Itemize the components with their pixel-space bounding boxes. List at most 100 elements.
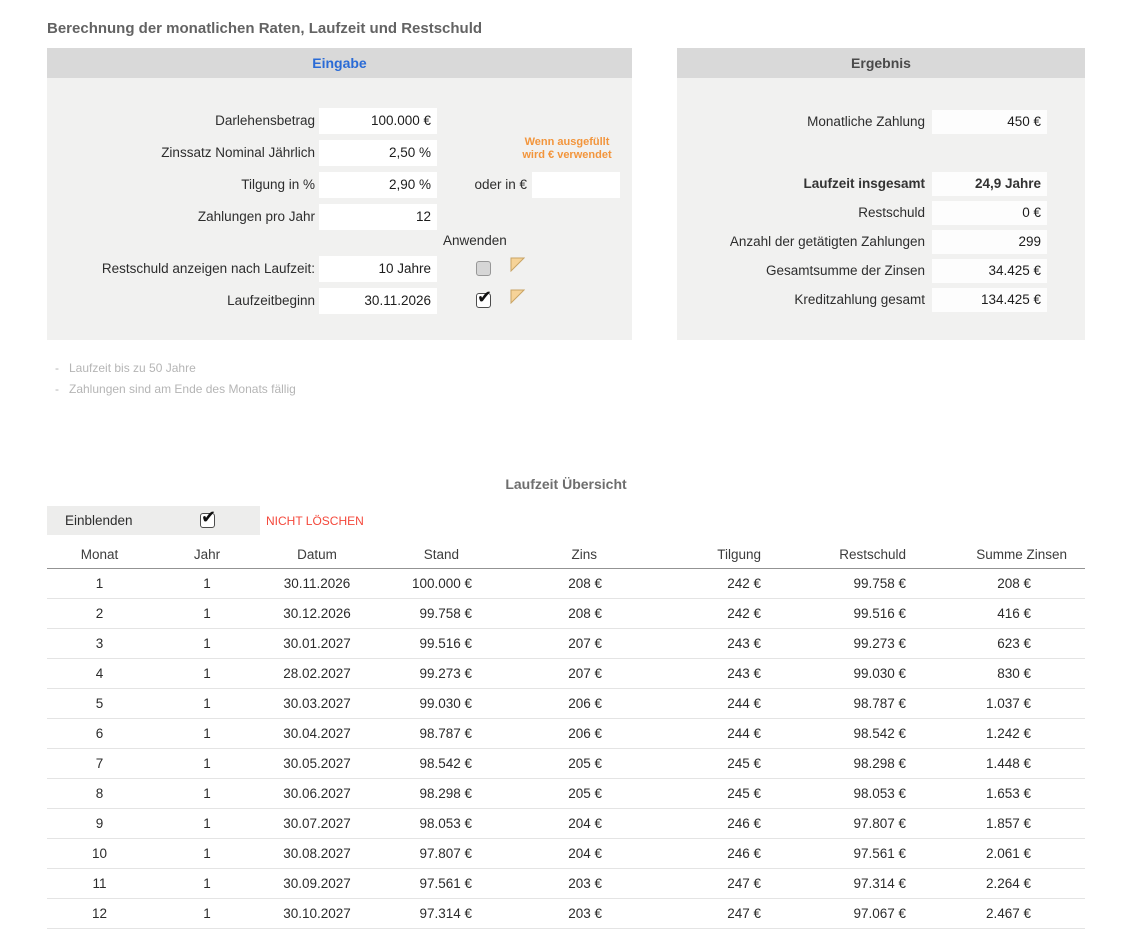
table-cell[interactable]: 99.030 €: [372, 689, 487, 719]
table-cell[interactable]: 830 €: [921, 659, 1085, 689]
table-cell[interactable]: 98.542 €: [372, 749, 487, 779]
table-cell[interactable]: 206 €: [487, 719, 617, 749]
table-cell[interactable]: 1: [152, 689, 262, 719]
darlehensbetrag-field[interactable]: 100.000 €: [319, 108, 437, 134]
table-cell[interactable]: 246 €: [617, 839, 776, 869]
table-cell[interactable]: 30.11.2026: [262, 569, 372, 599]
table-cell[interactable]: 1: [152, 899, 262, 929]
table-cell[interactable]: 30.01.2027: [262, 629, 372, 659]
table-cell[interactable]: 1: [152, 839, 262, 869]
table-cell[interactable]: 30.04.2027: [262, 719, 372, 749]
comment-marker-icon[interactable]: [510, 289, 525, 304]
table-cell[interactable]: 1: [152, 869, 262, 899]
table-cell[interactable]: 204 €: [487, 839, 617, 869]
table-cell[interactable]: 207 €: [487, 659, 617, 689]
table-cell[interactable]: 208 €: [487, 569, 617, 599]
table-cell[interactable]: 1: [152, 809, 262, 839]
table-cell[interactable]: 1: [152, 719, 262, 749]
table-cell[interactable]: 30.09.2027: [262, 869, 372, 899]
table-cell[interactable]: 30.10.2027: [262, 899, 372, 929]
table-cell[interactable]: 30.08.2027: [262, 839, 372, 869]
table-cell[interactable]: 30.05.2027: [262, 749, 372, 779]
table-cell[interactable]: 245 €: [617, 779, 776, 809]
table-cell[interactable]: 97.314 €: [372, 899, 487, 929]
table-cell[interactable]: 1.448 €: [921, 749, 1085, 779]
table-cell[interactable]: 1: [152, 749, 262, 779]
table-cell[interactable]: 9: [47, 809, 152, 839]
table-cell[interactable]: 97.807 €: [372, 839, 487, 869]
table-cell[interactable]: 99.030 €: [776, 659, 921, 689]
table-cell[interactable]: 208 €: [921, 569, 1085, 599]
table-cell[interactable]: 98.053 €: [372, 809, 487, 839]
table-cell[interactable]: 100.000 €: [372, 569, 487, 599]
table-cell[interactable]: 1: [152, 659, 262, 689]
table-cell[interactable]: 2.061 €: [921, 839, 1085, 869]
table-cell[interactable]: 244 €: [617, 689, 776, 719]
restschuld-anzeigen-field[interactable]: 10 Jahre: [319, 256, 437, 282]
table-cell[interactable]: 623 €: [921, 629, 1085, 659]
table-cell[interactable]: 98.787 €: [776, 689, 921, 719]
table-cell[interactable]: 242 €: [617, 599, 776, 629]
table-cell[interactable]: 12: [47, 899, 152, 929]
table-cell[interactable]: 245 €: [617, 749, 776, 779]
table-cell[interactable]: 244 €: [617, 719, 776, 749]
table-cell[interactable]: 97.314 €: [776, 869, 921, 899]
table-cell[interactable]: 243 €: [617, 629, 776, 659]
table-cell[interactable]: 97.067 €: [776, 899, 921, 929]
table-cell[interactable]: 98.298 €: [776, 749, 921, 779]
table-cell[interactable]: 28.02.2027: [262, 659, 372, 689]
comment-marker-icon[interactable]: [510, 257, 525, 272]
table-cell[interactable]: 7: [47, 749, 152, 779]
table-cell[interactable]: 203 €: [487, 869, 617, 899]
table-cell[interactable]: 97.807 €: [776, 809, 921, 839]
table-cell[interactable]: 10: [47, 839, 152, 869]
table-cell[interactable]: 99.273 €: [372, 659, 487, 689]
table-cell[interactable]: 30.03.2027: [262, 689, 372, 719]
table-cell[interactable]: 3: [47, 629, 152, 659]
table-cell[interactable]: 207 €: [487, 629, 617, 659]
laufzeitbeginn-field[interactable]: 30.11.2026: [319, 288, 437, 314]
table-cell[interactable]: 246 €: [617, 809, 776, 839]
table-cell[interactable]: 1: [152, 569, 262, 599]
restschuld-checkbox[interactable]: [476, 261, 491, 276]
table-cell[interactable]: 2: [47, 599, 152, 629]
table-cell[interactable]: 11: [47, 869, 152, 899]
table-cell[interactable]: 205 €: [487, 749, 617, 779]
table-cell[interactable]: 242 €: [617, 569, 776, 599]
zahlungen-field[interactable]: 12: [319, 204, 437, 230]
table-cell[interactable]: 243 €: [617, 659, 776, 689]
table-cell[interactable]: 8: [47, 779, 152, 809]
table-cell[interactable]: 99.758 €: [776, 569, 921, 599]
tilgung-field[interactable]: 2,90 %: [319, 172, 437, 198]
table-cell[interactable]: 204 €: [487, 809, 617, 839]
table-cell[interactable]: 30.12.2026: [262, 599, 372, 629]
table-cell[interactable]: 1: [152, 599, 262, 629]
table-cell[interactable]: 4: [47, 659, 152, 689]
laufzeitbeginn-checkbox[interactable]: [476, 293, 491, 308]
table-cell[interactable]: 97.561 €: [372, 869, 487, 899]
table-cell[interactable]: 1: [152, 779, 262, 809]
table-cell[interactable]: 99.758 €: [372, 599, 487, 629]
table-cell[interactable]: 98.787 €: [372, 719, 487, 749]
table-cell[interactable]: 98.053 €: [776, 779, 921, 809]
table-cell[interactable]: 5: [47, 689, 152, 719]
table-cell[interactable]: 1.857 €: [921, 809, 1085, 839]
table-cell[interactable]: 1.037 €: [921, 689, 1085, 719]
table-cell[interactable]: 1: [152, 629, 262, 659]
table-cell[interactable]: 2.467 €: [921, 899, 1085, 929]
table-cell[interactable]: 99.516 €: [776, 599, 921, 629]
table-cell[interactable]: 30.06.2027: [262, 779, 372, 809]
table-cell[interactable]: 99.516 €: [372, 629, 487, 659]
table-cell[interactable]: 30.07.2027: [262, 809, 372, 839]
oder-in-euro-field[interactable]: [532, 172, 620, 198]
table-cell[interactable]: 97.561 €: [776, 839, 921, 869]
table-cell[interactable]: 416 €: [921, 599, 1085, 629]
table-cell[interactable]: 98.298 €: [372, 779, 487, 809]
table-cell[interactable]: 206 €: [487, 689, 617, 719]
table-cell[interactable]: 99.273 €: [776, 629, 921, 659]
table-cell[interactable]: 205 €: [487, 779, 617, 809]
zinssatz-field[interactable]: 2,50 %: [319, 140, 437, 166]
table-cell[interactable]: 203 €: [487, 899, 617, 929]
table-cell[interactable]: 208 €: [487, 599, 617, 629]
table-cell[interactable]: 1.653 €: [921, 779, 1085, 809]
